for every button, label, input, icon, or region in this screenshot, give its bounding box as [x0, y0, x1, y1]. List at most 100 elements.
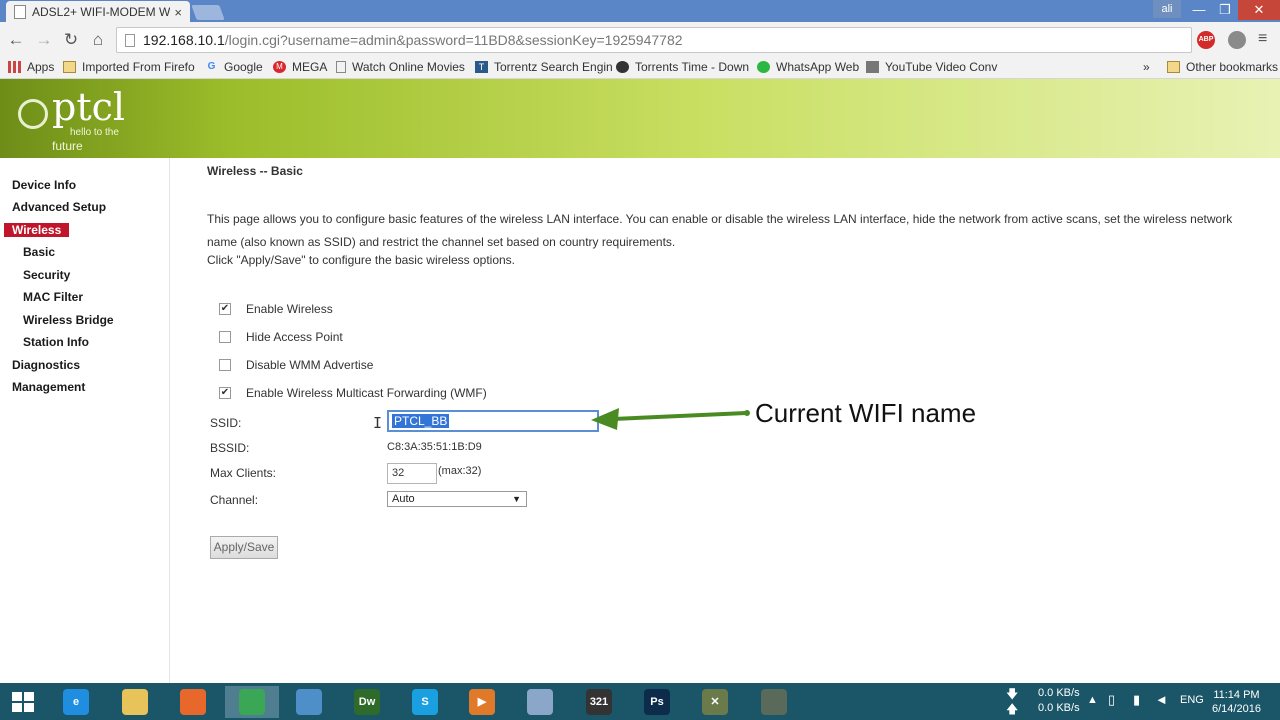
bookmark-movies[interactable]: Watch Online Movies — [336, 60, 465, 74]
bookmark-apps[interactable]: Apps — [8, 60, 54, 74]
bookmark-torrents-time[interactable]: Torrents Time - Down — [616, 60, 749, 74]
clock-date: 6/14/2016 — [1212, 703, 1261, 715]
router-sidebar-menu: Device Info Advanced Setup Wireless Basi… — [0, 158, 170, 683]
logo-circle-icon — [18, 99, 48, 129]
network-icon[interactable]: ▮ — [1133, 692, 1140, 708]
enable-wireless-row: ✔ Enable Wireless — [219, 302, 333, 316]
page-title: Wireless -- Basic — [207, 164, 303, 178]
taskbar-app-app-y[interactable] — [747, 686, 801, 718]
hide-access-point-label: Hide Access Point — [246, 330, 343, 344]
adblock-icon[interactable]: ABP — [1197, 31, 1215, 49]
taskbar-app-chrome[interactable] — [225, 686, 279, 718]
taskbar-app-skype[interactable]: S — [398, 686, 452, 718]
taskbar-app-control-panel[interactable] — [282, 686, 336, 718]
tray-device-icon[interactable]: ▯ — [1108, 692, 1115, 708]
new-tab-button[interactable] — [191, 5, 225, 20]
sidebar-item-wireless[interactable]: Wireless — [4, 223, 70, 237]
annotation-arrow-icon — [591, 408, 750, 430]
bssid-label: BSSID: — [210, 441, 250, 455]
sidebar-item-basic[interactable]: Basic — [23, 245, 55, 259]
home-icon[interactable]: ⌂ — [88, 30, 108, 50]
sidebar-item-wireless-bridge[interactable]: Wireless Bridge — [23, 313, 114, 327]
volume-icon[interactable]: ◄ — [1155, 692, 1168, 707]
tab-close-icon[interactable]: × — [174, 5, 182, 20]
page-icon — [125, 33, 135, 47]
chrome-menu-icon[interactable]: ≡ — [1258, 30, 1267, 48]
sidebar-item-diagnostics[interactable]: Diagnostics — [12, 358, 80, 372]
max-clients-input[interactable]: 32 — [387, 463, 437, 484]
taskbar-app-internet-explorer[interactable]: e — [49, 686, 103, 718]
taskbar-app-photoshop[interactable]: Ps — [630, 686, 684, 718]
disable-wmm-checkbox[interactable] — [219, 359, 231, 371]
clock-time: 11:14 PM — [1213, 689, 1260, 701]
address-bar[interactable]: 192.168.10.1/login.cgi?username=admin&pa… — [116, 27, 1192, 53]
folder-icon — [63, 61, 76, 73]
sidebar-item-device-info[interactable]: Device Info — [12, 178, 76, 192]
ssid-input[interactable]: PTCL_BB — [387, 410, 599, 432]
taskbar-app-app-x[interactable]: ✕ — [688, 686, 742, 718]
enable-wmf-row: ✔ Enable Wireless Multicast Forwarding (… — [219, 386, 487, 400]
bookmark-imported[interactable]: Imported From Firefo — [63, 60, 195, 74]
sidebar-item-security[interactable]: Security — [23, 268, 70, 282]
enable-wireless-checkbox[interactable]: ✔ — [219, 303, 231, 315]
bookmark-mega[interactable]: M MEGA — [273, 60, 327, 74]
bookmarks-overflow[interactable]: » — [1143, 60, 1150, 74]
bookmark-other[interactable]: Other bookmarks — [1167, 60, 1278, 74]
chrome-icon — [239, 689, 265, 715]
url-path: /login.cgi?username=admin&password=11BD8… — [224, 32, 683, 48]
net-down-speed: 0.0 KB/s — [1038, 687, 1080, 699]
video-editor-icon: 321 — [586, 689, 612, 715]
minimize-button[interactable]: — — [1186, 0, 1212, 20]
taskbar-app-video-editor[interactable]: 321 — [572, 686, 626, 718]
logo-tagline-future: future — [52, 139, 83, 153]
whatsapp-icon — [757, 61, 770, 73]
tab-title: ADSL2+ WIFI-MODEM W — [32, 5, 171, 19]
dreamweaver-icon: Dw — [354, 689, 380, 715]
sidebar-item-management[interactable]: Management — [12, 380, 85, 394]
profile-badge[interactable]: ali — [1153, 0, 1181, 18]
page-description: This page allows you to configure basic … — [207, 212, 1233, 249]
taskbar-app-dreamweaver[interactable]: Dw — [340, 686, 394, 718]
bookmark-google[interactable]: G Google — [205, 60, 263, 74]
apply-save-button[interactable]: Apply/Save — [210, 536, 278, 559]
torrentz-icon: T — [475, 61, 488, 73]
media-player-icon: ▶ — [469, 689, 495, 715]
bookmark-torrentz[interactable]: T Torrentz Search Engin — [475, 60, 613, 74]
text-cursor-icon: I — [373, 414, 383, 432]
taskbar-app-file-explorer[interactable] — [108, 686, 162, 718]
language-indicator[interactable]: ENG — [1180, 694, 1204, 706]
taskbar-app-paint[interactable] — [513, 686, 567, 718]
skype-icon: S — [412, 689, 438, 715]
windows-taskbar: e Dw S ▶ 321 Ps ✕ 🡇 🡅 0.0 KB/s 0.0 KB/s ▲ ▯ ▮ … — [0, 683, 1280, 720]
forward-icon[interactable]: → — [34, 30, 54, 50]
taskbar-app-media-player[interactable]: ▶ — [455, 686, 509, 718]
start-button[interactable] — [12, 692, 34, 712]
sidebar-item-advanced-setup[interactable]: Advanced Setup — [12, 200, 106, 214]
sidebar-item-station-info[interactable]: Station Info — [23, 335, 89, 349]
restore-button[interactable]: ❐ — [1212, 0, 1238, 20]
bookmark-youtube-conv[interactable]: YouTube Video Conv — [866, 60, 997, 74]
tray-overflow-icon[interactable]: ▲ — [1087, 694, 1098, 706]
logo-tagline: hello to the — [70, 127, 119, 138]
extension-globe-icon[interactable] — [1228, 31, 1246, 49]
taskbar-clock[interactable]: 11:14 PM 6/14/2016 — [1212, 688, 1261, 716]
folder-icon — [1167, 61, 1180, 73]
wireless-basic-panel: Wireless -- Basic This page allows you t… — [171, 158, 1280, 683]
taskbar-app-firefox[interactable] — [166, 686, 220, 718]
url-host: 192.168.10.1 — [143, 32, 225, 48]
youtube-converter-icon — [866, 61, 879, 73]
hide-access-point-checkbox[interactable] — [219, 331, 231, 343]
control-panel-icon — [296, 689, 322, 715]
bookmark-whatsapp[interactable]: WhatsApp Web — [757, 60, 859, 74]
sidebar-item-mac-filter[interactable]: MAC Filter — [23, 290, 83, 304]
browser-tab[interactable]: ADSL2+ WIFI-MODEM W × — [6, 1, 190, 23]
enable-wmf-checkbox[interactable]: ✔ — [219, 387, 231, 399]
back-icon[interactable]: ← — [6, 30, 26, 50]
channel-select[interactable]: Auto ▼ — [387, 491, 527, 507]
close-window-button[interactable]: ✕ — [1238, 0, 1280, 20]
app-x-icon: ✕ — [702, 689, 728, 715]
channel-label: Channel: — [210, 493, 259, 507]
reload-icon[interactable]: ↻ — [61, 30, 81, 50]
page-instruction: Click "Apply/Save" to configure the basi… — [207, 253, 515, 267]
mega-icon: M — [273, 61, 286, 73]
